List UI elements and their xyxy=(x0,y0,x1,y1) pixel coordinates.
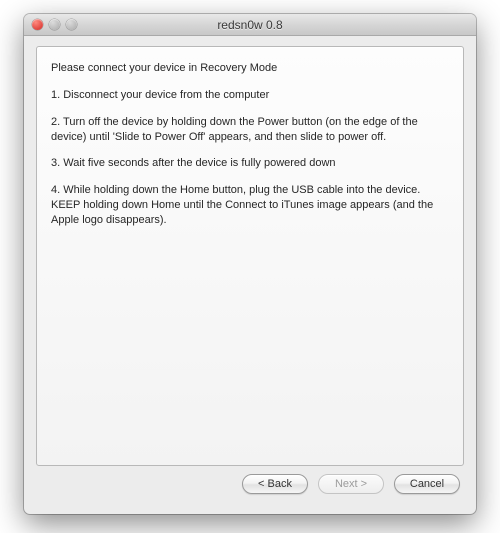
step-3-text: 3. Wait five seconds after the device is… xyxy=(51,156,449,171)
titlebar: redsn0w 0.8 xyxy=(24,14,476,36)
zoom-icon[interactable] xyxy=(66,19,77,30)
instructions-heading: Please connect your device in Recovery M… xyxy=(51,61,449,76)
wizard-buttons: < Back Next > Cancel xyxy=(36,466,464,494)
step-2-text: 2. Turn off the device by holding down t… xyxy=(51,115,449,145)
app-window: redsn0w 0.8 Please connect your device i… xyxy=(24,14,476,514)
window-controls xyxy=(24,19,77,30)
close-icon[interactable] xyxy=(32,19,43,30)
minimize-icon[interactable] xyxy=(49,19,60,30)
instructions-panel: Please connect your device in Recovery M… xyxy=(36,46,464,466)
step-4-text: 4. While holding down the Home button, p… xyxy=(51,183,449,228)
cancel-button[interactable]: Cancel xyxy=(394,474,460,494)
content-area: Please connect your device in Recovery M… xyxy=(24,36,476,506)
window-title: redsn0w 0.8 xyxy=(24,18,476,32)
next-button: Next > xyxy=(318,474,384,494)
step-1-text: 1. Disconnect your device from the compu… xyxy=(51,88,449,103)
back-button[interactable]: < Back xyxy=(242,474,308,494)
